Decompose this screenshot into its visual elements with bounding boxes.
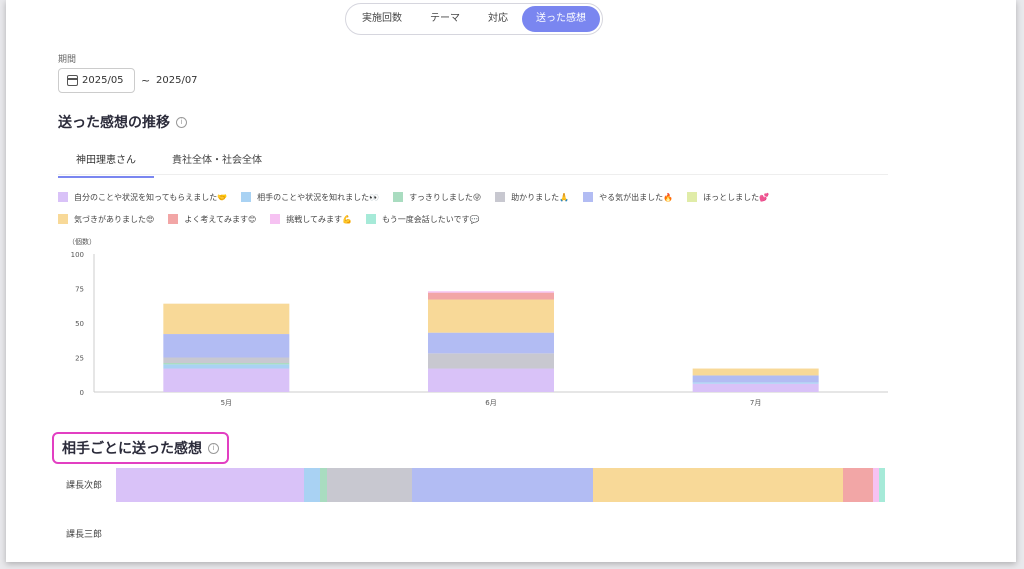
legend-label: 気づきがありました😍 [74,214,155,224]
period-label: 期間 [58,55,77,65]
legend-label: よく考えてみます😊 [184,214,257,224]
legend-swatch [393,192,404,202]
legend-item[interactable]: よく考えてみます😊 [168,212,256,226]
bar-segment[interactable] [116,468,305,502]
bar-segment[interactable] [304,468,320,502]
view-tabs: 実施回数 テーマ 対応 送った感想 [345,3,603,35]
legend-item[interactable]: 相手のことや状況を知れました👀 [241,190,379,204]
bar-segment [428,291,554,293]
legend-item[interactable]: 挑戦してみます💪 [270,212,352,226]
bar-segment [163,368,290,392]
bar-segment [163,357,290,364]
legend-label: すっきりしました😜 [409,192,482,202]
partner-feedback-bar [116,468,885,502]
date-separator: ~ [141,74,151,87]
bar-segment [692,368,819,376]
start-date-picker[interactable]: 2025/05 [58,68,135,93]
chart-legend: 自分のことや状況を知ってもらえました🤝 相手のことや状況を知れました👀 すっきりしま… [58,190,858,226]
legend-swatch [168,214,179,224]
bar-segment [428,299,554,333]
bar-segment [163,334,290,358]
trend-chart: （個数） 0 25 50 75 100 5月 6月 7月 [68,237,888,407]
y-tick-label: 50 [75,320,84,328]
start-date-value: 2025/05 [82,75,124,86]
bar-segment[interactable] [842,468,874,502]
legend-swatch [58,214,68,224]
partner-name: 課長三郎 [66,530,103,540]
x-tick-label: 5月 [221,399,232,407]
bar-segment [163,303,290,335]
legend-label: やる気が出ました🔥 [599,192,674,202]
y-tick-label: 75 [75,286,84,294]
legend-item[interactable]: ほっとしました💕 [687,190,769,204]
app-frame: 実施回数 テーマ 対応 送った感想 期間 2025/05 ~ 2025/07 送った感… [6,0,1016,562]
legend-item[interactable]: やる気が出ました🔥 [583,190,673,204]
bar-segment [428,332,554,354]
legend-label: 自分のことや状況を知ってもらえました🤝 [74,192,228,202]
legend-swatch [687,192,698,202]
per-partner-title: 相手ごとに送った感想 i [52,432,229,464]
tab-2[interactable]: 対応 [474,6,522,32]
y-tick-label: 100 [71,251,84,259]
tab-3[interactable]: 送った感想 [522,6,600,32]
legend-item[interactable]: すっきりしました😜 [393,190,481,204]
legend-item[interactable]: 自分のことや状況を知ってもらえました🤝 [58,190,227,204]
bar-segment[interactable] [878,468,885,502]
tab-1[interactable]: テーマ [416,6,474,32]
legend-item[interactable]: 助かりました🙏 [495,190,569,204]
bar-segment[interactable] [319,468,328,502]
end-date-value[interactable]: 2025/07 [156,75,198,86]
info-icon[interactable]: i [208,442,219,454]
tab-0[interactable]: 実施回数 [348,6,416,32]
subtab-divider [58,174,888,175]
bar-segment[interactable] [592,468,843,502]
x-tick-label: 6月 [485,399,496,407]
x-tick-label: 7月 [750,399,761,407]
bar-segment [428,292,554,300]
legend-item[interactable]: 気づきがありました😍 [58,212,154,226]
legend-label: 挑戦してみます💪 [286,214,353,224]
bar-segment [163,364,290,369]
legend-swatch [366,214,377,224]
bar-segment [692,383,819,392]
bar-segment [163,363,290,365]
bar-segment[interactable] [327,468,413,502]
trend-title: 送った感想の推移 i [58,112,187,132]
legend-swatch [241,192,252,202]
y-tick-label: 25 [75,355,84,363]
legend-swatch [58,192,68,202]
legend-swatch [270,214,281,224]
legend-swatch [495,192,506,202]
legend-swatch [583,192,594,202]
bar-segment[interactable] [412,468,593,502]
bar-segment [428,353,554,369]
bar-segment [428,368,554,392]
legend-item[interactable]: もう一度会話したいです💬 [366,212,480,226]
y-tick-label: 0 [80,389,84,397]
partner-name: 課長次郎 [66,481,103,491]
bar-segment [692,375,819,383]
calendar-icon [67,75,78,86]
y-axis-label: （個数） [68,237,96,246]
legend-label: 助かりました🙏 [511,192,570,202]
legend-label: ほっとしました💕 [703,192,770,202]
legend-label: 相手のことや状況を知れました👀 [257,192,380,202]
bar-segment [692,382,819,384]
info-icon[interactable]: i [176,116,187,128]
legend-label: もう一度会話したいです💬 [382,214,480,224]
